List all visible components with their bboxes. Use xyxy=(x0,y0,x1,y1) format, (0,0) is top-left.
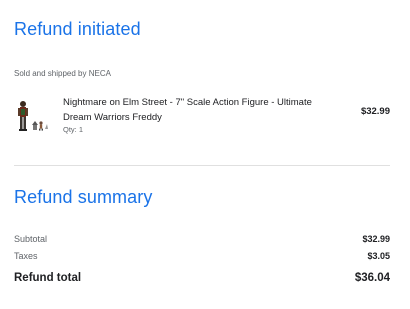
taxes-row: Taxes $3.05 xyxy=(14,251,390,265)
seller-info: Sold and shipped by NECA xyxy=(14,69,111,78)
refund-total-label: Refund total xyxy=(14,272,82,284)
page-title: Refund initiated xyxy=(14,19,141,39)
summary-title: Refund summary xyxy=(14,187,153,207)
action-figure-image xyxy=(14,99,52,139)
order-item: Nightmare on Elm Street - 7" Scale Actio… xyxy=(14,95,390,143)
refund-total-row: Refund total $36.04 xyxy=(14,272,390,286)
subtotal-value: $32.99 xyxy=(362,234,390,244)
item-quantity: Qty: 1 xyxy=(63,125,84,134)
subtotal-label: Subtotal xyxy=(14,234,48,244)
subtotal-row: Subtotal $32.99 xyxy=(14,234,390,248)
taxes-label: Taxes xyxy=(14,251,38,261)
section-divider xyxy=(14,165,390,166)
refund-total-value: $36.04 xyxy=(354,272,390,284)
item-price: $32.99 xyxy=(360,106,390,117)
item-name[interactable]: Nightmare on Elm Street - 7" Scale Actio… xyxy=(63,95,323,125)
taxes-value: $3.05 xyxy=(367,251,390,261)
refund-page: Refund initiated Sold and shipped by NEC… xyxy=(0,0,410,309)
